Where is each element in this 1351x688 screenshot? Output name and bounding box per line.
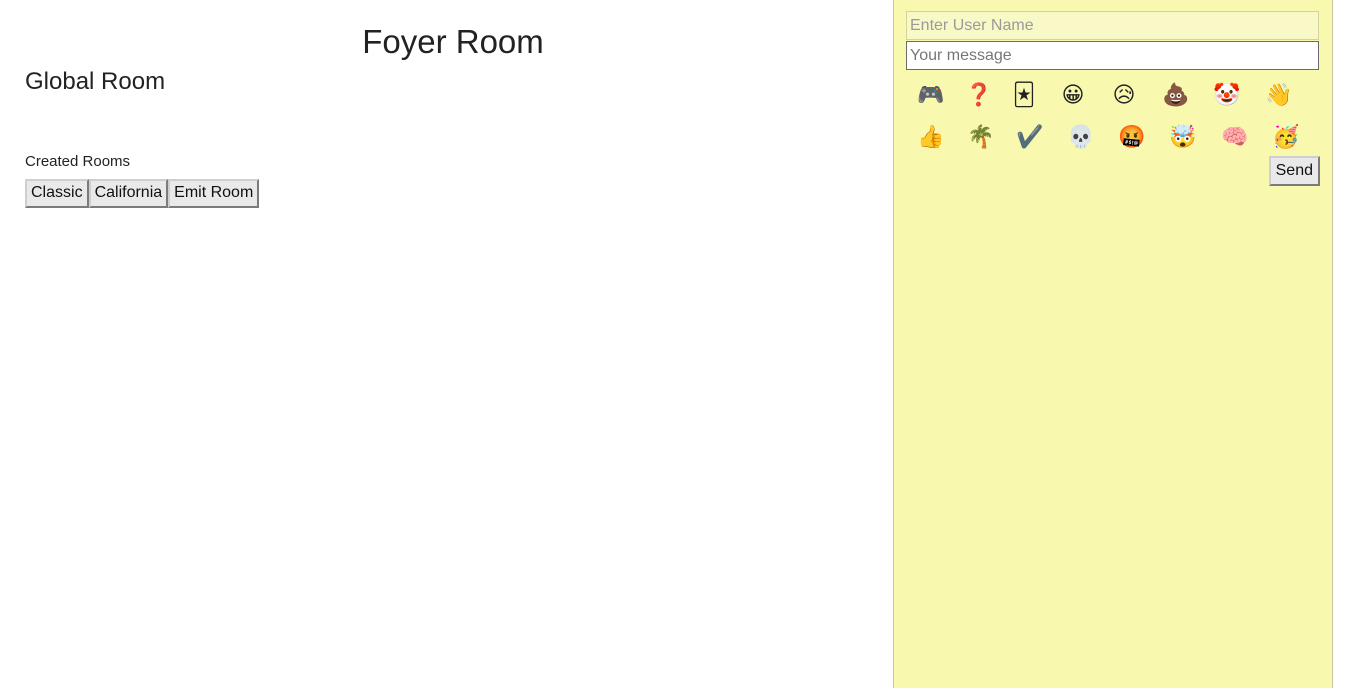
palm-tree-emoji-icon[interactable]: 🌴: [964, 120, 998, 154]
created-rooms-label: Created Rooms: [25, 153, 131, 170]
created-rooms-list: Classic California Emit Room: [25, 179, 260, 208]
check-mark-emoji-icon[interactable]: ✔️: [1013, 120, 1047, 154]
send-button[interactable]: Send: [1268, 156, 1320, 186]
username-input[interactable]: [906, 11, 1319, 40]
brain-emoji-icon[interactable]: 🧠: [1218, 120, 1252, 154]
main-area: Foyer Room Global Room Created Rooms Cla…: [0, 0, 893, 688]
thumbs-up-emoji-icon[interactable]: 👍: [914, 120, 948, 154]
chat-panel: 🎮 ❓ 🃏 😀 😥 💩 🤡 👋 👍 🌴 ✔️ 💀 🤬 🤯 🧠 🥳 Send: [893, 0, 1333, 688]
sad-face-emoji-icon[interactable]: 😥: [1107, 78, 1141, 112]
emoji-row: 👍 🌴 ✔️ 💀 🤬 🤯 🧠 🥳: [914, 120, 1314, 162]
room-button-classic[interactable]: Classic: [25, 179, 89, 208]
waving-hand-emoji-icon[interactable]: 👋: [1262, 78, 1296, 112]
grinning-face-emoji-icon[interactable]: 😀: [1056, 78, 1090, 112]
page-title: Foyer Room: [362, 23, 544, 60]
skull-emoji-icon[interactable]: 💀: [1064, 120, 1098, 154]
question-mark-emoji-icon[interactable]: ❓: [962, 78, 996, 112]
clown-face-emoji-icon[interactable]: 🤡: [1210, 78, 1244, 112]
exploding-head-emoji-icon[interactable]: 🤯: [1166, 120, 1200, 154]
party-face-emoji-icon[interactable]: 🥳: [1269, 120, 1303, 154]
game-controller-emoji-icon[interactable]: 🎮: [914, 78, 948, 112]
cursing-face-emoji-icon[interactable]: 🤬: [1115, 120, 1149, 154]
emoji-picker: 🎮 ❓ 🃏 😀 😥 💩 🤡 👋 👍 🌴 ✔️ 💀 🤬 🤯 🧠 🥳: [914, 78, 1314, 162]
room-button-emit-room[interactable]: Emit Room: [168, 179, 260, 208]
message-input[interactable]: [906, 41, 1319, 70]
global-room-title: Global Room: [25, 68, 166, 95]
emoji-row: 🎮 ❓ 🃏 😀 😥 💩 🤡 👋: [914, 78, 1314, 120]
room-button-california[interactable]: California: [88, 179, 169, 208]
joker-card-emoji-icon[interactable]: 🃏: [1007, 78, 1041, 112]
poop-emoji-icon[interactable]: 💩: [1159, 78, 1193, 112]
